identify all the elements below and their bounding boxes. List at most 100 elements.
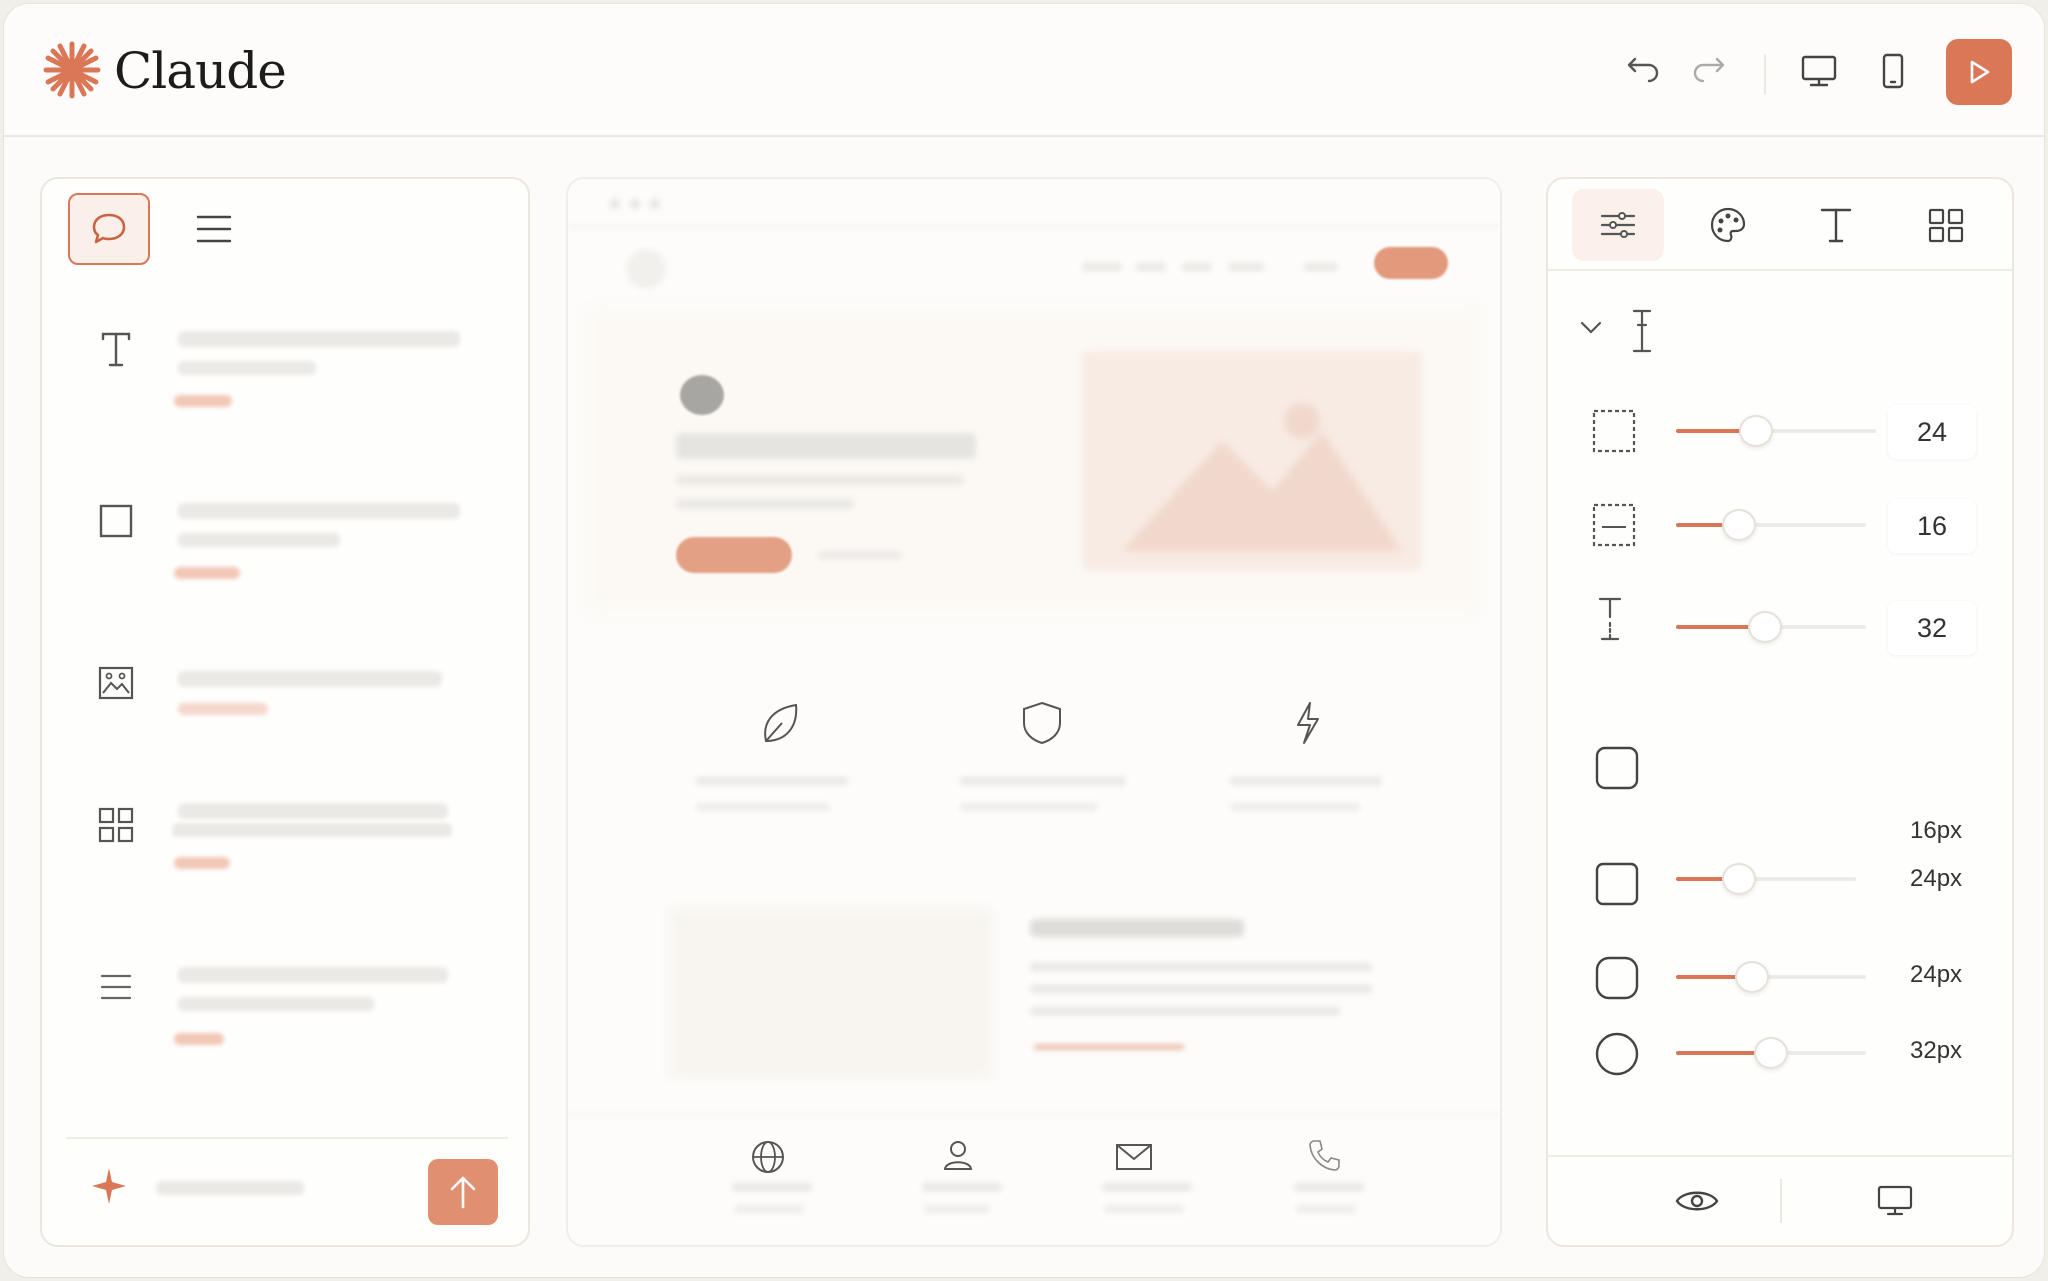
- device-preview-button[interactable]: [1860, 1171, 1930, 1231]
- margin-slider[interactable]: [1676, 509, 1866, 541]
- preview-content-link: [1034, 1045, 1184, 1049]
- placeholder-line: [172, 823, 452, 837]
- placeholder-line: [178, 533, 340, 547]
- preview-content-image: [668, 907, 994, 1079]
- footer-line: [922, 1183, 1002, 1191]
- line-height-slider[interactable]: [1676, 611, 1866, 643]
- placeholder-line: [178, 967, 448, 983]
- chat-input[interactable]: [66, 1137, 508, 1229]
- app-window: Claude 24 16 32 16px 24px 24px 32px: [3, 3, 2045, 1278]
- feature-line: [696, 777, 848, 785]
- dot: [630, 199, 640, 209]
- line-height-value[interactable]: 32: [1888, 601, 1976, 655]
- desktop-icon: [1801, 55, 1837, 87]
- slider-thumb[interactable]: [1748, 611, 1782, 643]
- redo-icon: [1693, 57, 1725, 83]
- preview-canvas[interactable]: [566, 177, 1502, 1247]
- tab-grid[interactable]: [1900, 189, 1992, 261]
- container-component-icon: [92, 497, 140, 545]
- desktop-view-button[interactable]: [1788, 40, 1850, 102]
- margin-value[interactable]: 16: [1888, 499, 1976, 553]
- grid-component-icon: [92, 801, 140, 849]
- panel-footer: [1548, 1155, 2012, 1245]
- preview-divider: [568, 225, 1500, 227]
- dot: [650, 199, 660, 209]
- line-height-icon: [1598, 597, 1622, 641]
- menu-tab[interactable]: [178, 193, 250, 265]
- chevron-down-icon[interactable]: [1578, 317, 1604, 337]
- footer-line: [732, 1183, 812, 1191]
- feature-line: [1230, 803, 1360, 811]
- top-header: Claude: [4, 4, 2044, 137]
- footer-line: [1104, 1205, 1184, 1213]
- redo-button[interactable]: [1680, 40, 1742, 102]
- radius-slider-3[interactable]: [1676, 1037, 1866, 1069]
- slider-thumb[interactable]: [1722, 863, 1756, 895]
- feature-line: [960, 777, 1126, 785]
- chat-tab[interactable]: [68, 193, 150, 265]
- preview-content-title: [1030, 919, 1244, 937]
- radius-label-16: 16px: [1910, 817, 1963, 844]
- placeholder-accent: [174, 395, 232, 407]
- component-container[interactable]: [42, 497, 532, 617]
- preview-hero-title: [676, 433, 976, 459]
- mobile-view-button[interactable]: [1862, 40, 1924, 102]
- dot: [610, 199, 620, 209]
- footer-line: [1102, 1183, 1192, 1191]
- preview-toggle-button[interactable]: [1662, 1171, 1732, 1231]
- placeholder-line: [178, 331, 460, 347]
- text-icon: [101, 332, 131, 367]
- sparkle-icon: [92, 1168, 126, 1204]
- preview-hero-line: [676, 475, 964, 485]
- slider-thumb[interactable]: [1735, 961, 1769, 993]
- placeholder-line: [178, 803, 448, 819]
- padding-slider[interactable]: [1676, 415, 1876, 447]
- layout-grid-icon: [1928, 208, 1964, 243]
- radius-label-24: 24px: [1910, 961, 1963, 988]
- square-icon: [99, 504, 133, 538]
- claude-logo-icon: [43, 41, 101, 99]
- padding-value[interactable]: 24: [1888, 405, 1976, 459]
- slider-thumb[interactable]: [1739, 415, 1773, 447]
- slider-thumb[interactable]: [1754, 1037, 1788, 1069]
- radius-slider-1[interactable]: [1676, 863, 1856, 895]
- component-image[interactable]: [42, 659, 532, 779]
- preview-logo: [626, 249, 666, 289]
- components-panel: [40, 177, 530, 1247]
- radius-large-icon: [1595, 1032, 1639, 1076]
- send-button[interactable]: [428, 1159, 498, 1225]
- preview-footer-divider: [568, 1113, 1500, 1115]
- header-divider: [1764, 54, 1766, 94]
- properties-panel: 24 16 32 16px 24px 24px 32px: [1546, 177, 2014, 1247]
- mountain-image-icon: [1122, 403, 1402, 551]
- placeholder-line: [178, 361, 316, 375]
- preview-hero-image: [1082, 351, 1422, 571]
- radius-slider-row-2: 24px: [1548, 949, 2012, 1009]
- placeholder-line: [178, 997, 374, 1011]
- preview-nav-item: [1228, 263, 1264, 271]
- preview-hero-button: [676, 537, 792, 573]
- window-dots: [610, 199, 670, 211]
- radius-slider-2[interactable]: [1676, 961, 1866, 993]
- mobile-icon: [1882, 53, 1904, 89]
- tab-typography[interactable]: [1790, 189, 1882, 261]
- placeholder-accent: [178, 703, 268, 715]
- preview-hero-line: [676, 499, 854, 509]
- play-button[interactable]: [1946, 39, 2012, 105]
- preview-nav-item: [1304, 263, 1338, 271]
- radius-preset-icon[interactable]: [1594, 745, 1640, 791]
- margin-slider-row: 16: [1548, 495, 2012, 555]
- component-list[interactable]: [42, 963, 532, 1083]
- list-icon: [100, 974, 132, 1000]
- grid-icon: [98, 807, 134, 843]
- component-text[interactable]: [42, 325, 532, 445]
- padding-slider-row: 24: [1548, 401, 2012, 461]
- component-grid[interactable]: [42, 801, 532, 921]
- tab-layout[interactable]: [1572, 189, 1664, 261]
- radius-slider-row-1: 24px: [1548, 855, 2012, 915]
- undo-button[interactable]: [1610, 40, 1672, 102]
- slider-thumb[interactable]: [1722, 509, 1756, 541]
- preview-content-line: [1030, 963, 1372, 971]
- tab-style[interactable]: [1682, 189, 1774, 261]
- chat-icon: [92, 213, 126, 244]
